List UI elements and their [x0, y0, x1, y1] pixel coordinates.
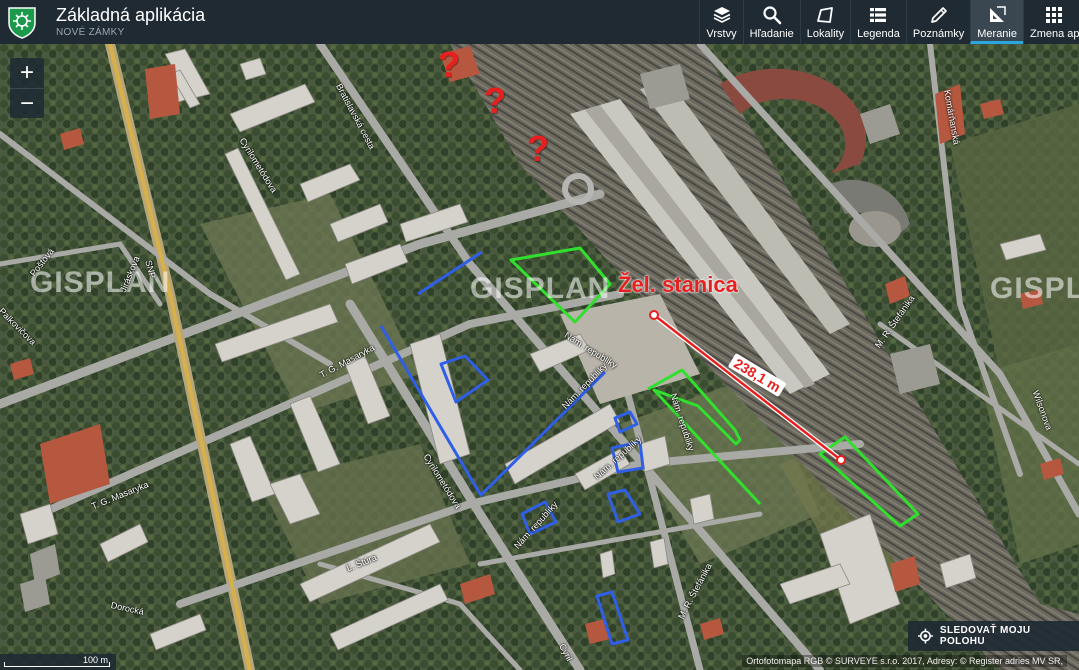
tool-label: Meranie: [977, 28, 1017, 40]
tool-vrstvy[interactable]: Vrstvy: [699, 0, 742, 44]
tool-legenda[interactable]: Legenda: [850, 0, 906, 44]
grid-icon: [1046, 7, 1062, 23]
tool-label: Legenda: [857, 28, 900, 40]
tool-label: Vrstvy: [706, 28, 737, 40]
tool-lokality[interactable]: Lokality: [799, 0, 850, 44]
zoom-out-button[interactable]: −: [10, 88, 44, 118]
watermark: GISPLAN: [990, 272, 1079, 305]
tool-poznamky[interactable]: Poznámky: [905, 0, 970, 44]
tool-hladanie[interactable]: Hľadanie: [742, 0, 800, 44]
watermark: GISPLAN: [470, 272, 611, 305]
question-mark: ?: [527, 128, 549, 169]
follow-location-button[interactable]: SLEDOVAŤ MOJU POLOHU: [908, 621, 1079, 651]
ruler-icon: [990, 6, 1006, 22]
top-bar: Základná aplikácia NOVÉ ZÁMKY Vrstvy Hľa…: [0, 0, 1079, 44]
tool-label: Lokality: [806, 28, 845, 40]
zoom-control: + −: [10, 58, 44, 118]
app-title: Základná aplikácia: [56, 5, 206, 25]
search-icon: [763, 6, 781, 25]
toolbar: Vrstvy Hľadanie Lokality Legenda Poznámk…: [699, 0, 1079, 44]
question-mark: ?: [438, 44, 460, 85]
follow-location-label: SLEDOVAŤ MOJU POLOHU: [939, 625, 1031, 647]
tool-meranie[interactable]: Meranie: [970, 0, 1023, 44]
crest-icon: [8, 7, 36, 39]
station-label: Žel. stanica: [618, 272, 738, 297]
attribution: Ortofotomapa RGB © SURVEYE s.r.o. 2017, …: [742, 655, 1067, 667]
tool-label: Poznámky: [912, 28, 965, 40]
scale-bar: 100 m: [0, 654, 116, 670]
tool-label: Zmena ap: [1030, 28, 1079, 40]
tool-zmena-aplikacie[interactable]: Zmena ap: [1023, 0, 1079, 44]
tool-label: Hľadanie: [749, 28, 794, 40]
map-view[interactable]: GISPLAN GISPLAN GISPLAN Bratislavská ces…: [0, 44, 1079, 670]
zoom-in-button[interactable]: +: [10, 58, 44, 88]
map-icon: [817, 7, 834, 23]
city-crest-logo[interactable]: [0, 0, 44, 44]
crosshair-icon: [918, 628, 933, 644]
pencil-icon: [930, 7, 947, 23]
question-mark: ?: [484, 80, 506, 121]
app-subtitle: NOVÉ ZÁMKY: [56, 27, 125, 38]
list-icon: [870, 8, 887, 22]
layers-icon: [713, 7, 730, 23]
scale-label: 100 m: [82, 655, 108, 665]
